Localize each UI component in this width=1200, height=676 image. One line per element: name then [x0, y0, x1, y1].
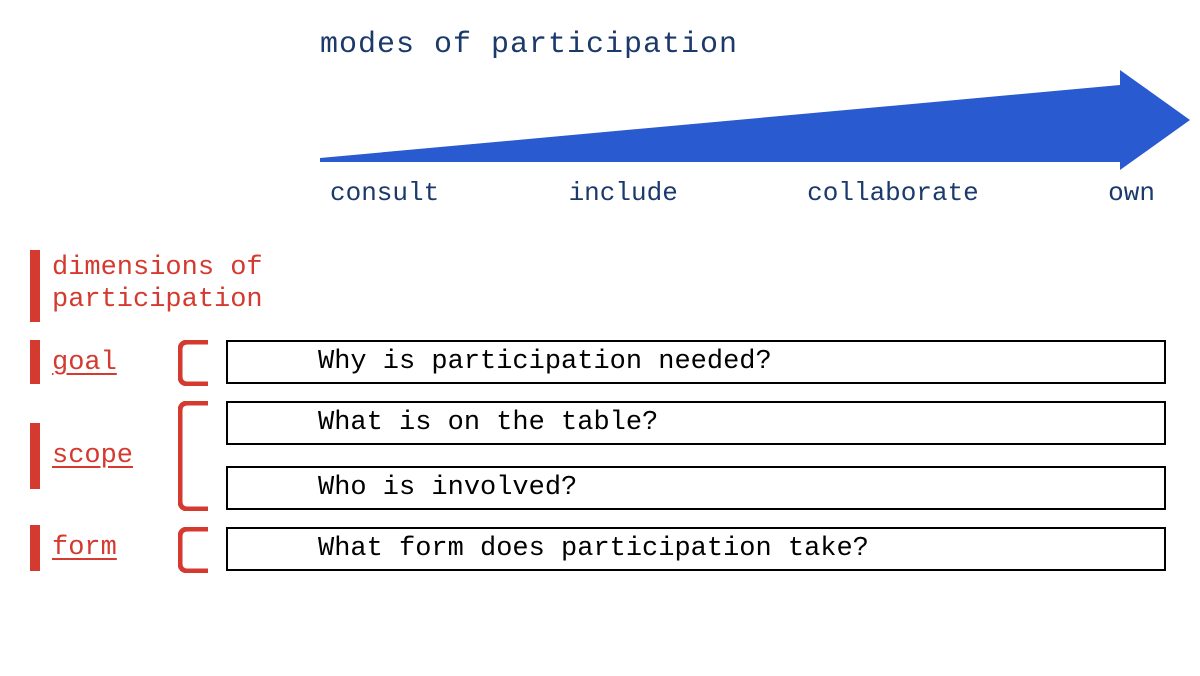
- mode-label: collaborate: [807, 178, 979, 208]
- dimension-label: goal: [52, 348, 117, 378]
- red-bar-icon: [30, 525, 40, 571]
- question-text: What is on the table?: [318, 408, 658, 438]
- bracket-icon: [178, 340, 212, 386]
- dimension-label: form: [52, 533, 117, 563]
- mode-label: consult: [330, 178, 439, 208]
- question-box: What form does participation take?: [226, 527, 1166, 571]
- bracket-icon: [178, 527, 212, 573]
- mode-label: include: [569, 178, 678, 208]
- question-box: What is on the table?: [226, 401, 1166, 445]
- question-text: What form does participation take?: [318, 534, 869, 564]
- diagram-stage: modes of participation consult include c…: [0, 0, 1200, 676]
- question-box: Why is participation needed?: [226, 340, 1166, 384]
- question-text: Who is involved?: [318, 473, 577, 503]
- red-bar-icon: [30, 250, 40, 322]
- red-bar-icon: [30, 423, 40, 489]
- question-text: Why is participation needed?: [318, 347, 772, 377]
- arrow-icon: [320, 70, 1190, 170]
- bracket-icon: [178, 401, 212, 511]
- question-box: Who is involved?: [226, 466, 1166, 510]
- dimensions-title: dimensions of participation: [52, 252, 263, 317]
- red-bar-icon: [30, 340, 40, 384]
- modes-labels: consult include collaborate own: [320, 178, 1165, 208]
- dimension-label: scope: [52, 441, 133, 471]
- modes-title: modes of participation: [320, 28, 1160, 62]
- mode-label: own: [1108, 178, 1155, 208]
